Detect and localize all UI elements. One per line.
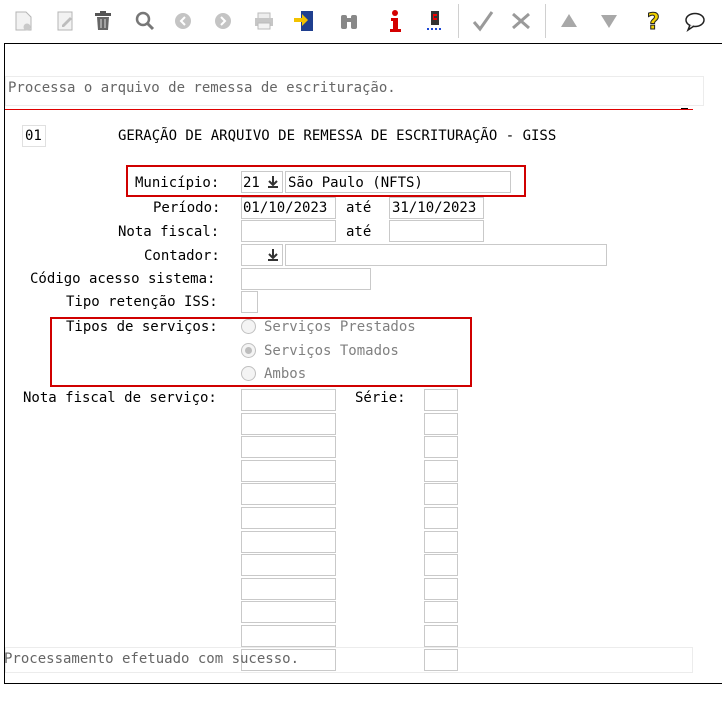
- nf-servico-label: Nota fiscal de serviço:: [23, 390, 217, 406]
- program-code: 01: [25, 128, 42, 144]
- report-icon[interactable]: [422, 8, 448, 34]
- municipio-code-value: 21: [243, 175, 260, 191]
- serie-field[interactable]: [424, 554, 458, 577]
- new-document-icon[interactable]: [10, 8, 36, 34]
- periodo-label: Período:: [153, 200, 221, 216]
- municipio-lookup-icon[interactable]: [267, 175, 279, 189]
- serie-field[interactable]: [424, 436, 458, 459]
- toolbar: ?: [0, 0, 722, 42]
- contador-lookup-icon[interactable]: [267, 248, 279, 262]
- radio-ambos-label: Ambos: [264, 366, 307, 382]
- toolbar-separator: [545, 4, 546, 38]
- cancel-icon[interactable]: [508, 8, 534, 34]
- nf-servico-field[interactable]: [241, 507, 336, 529]
- next-icon[interactable]: [210, 8, 236, 34]
- up-icon[interactable]: [556, 8, 582, 34]
- content-frame-top: [4, 43, 722, 44]
- tipos-servicos-label: Tipos de serviços:: [66, 319, 218, 335]
- trash-icon[interactable]: [90, 8, 116, 34]
- nf-servico-field[interactable]: [241, 436, 336, 459]
- contador-label: Contador:: [144, 248, 220, 264]
- tipo-retencao-field[interactable]: [241, 291, 258, 313]
- content-frame-bottom: [4, 683, 722, 684]
- edit-icon[interactable]: [52, 8, 78, 34]
- svg-text:?: ?: [647, 10, 660, 33]
- serie-field[interactable]: [424, 625, 458, 647]
- codigo-acesso-field[interactable]: [241, 268, 371, 290]
- cursor-mark: [681, 108, 688, 109]
- binoculars-icon[interactable]: [336, 8, 362, 34]
- periodo-ate-label: até: [346, 200, 372, 216]
- nota-fiscal-end-field[interactable]: [389, 220, 484, 242]
- info-icon[interactable]: [382, 8, 408, 34]
- nota-fiscal-ate-label: até: [346, 224, 372, 240]
- radio-servicos-prestados[interactable]: [241, 319, 256, 334]
- search-icon[interactable]: [132, 8, 158, 34]
- status-text: Processamento efetuado com sucesso.: [4, 651, 300, 667]
- serie-field[interactable]: [424, 601, 458, 624]
- municipio-label: Município:: [135, 175, 220, 191]
- export-icon[interactable]: [291, 8, 317, 34]
- nf-servico-field[interactable]: [241, 389, 336, 411]
- serie-field[interactable]: [424, 412, 458, 435]
- separator-line: [5, 109, 693, 110]
- nota-fiscal-label: Nota fiscal:: [118, 224, 220, 240]
- serie-field[interactable]: [424, 530, 458, 553]
- nf-servico-field[interactable]: [241, 483, 336, 506]
- nf-servico-field[interactable]: [241, 625, 336, 647]
- serie-field[interactable]: [424, 577, 458, 600]
- help-icon[interactable]: ?: [642, 8, 668, 34]
- nf-servico-field[interactable]: [241, 459, 336, 482]
- nf-servico-field[interactable]: [241, 554, 336, 577]
- content-frame-left: [4, 43, 5, 683]
- nf-servico-field[interactable]: [241, 577, 336, 600]
- periodo-end-value: 31/10/2023: [392, 200, 477, 216]
- municipio-name-value: São Paulo (NFTS): [288, 175, 423, 191]
- radio-ambos[interactable]: [241, 366, 256, 381]
- radio-servicos-prestados-label: Serviços Prestados: [264, 319, 416, 335]
- serie-field[interactable]: [424, 507, 458, 529]
- previous-icon[interactable]: [170, 8, 196, 34]
- toolbar-separator: [458, 4, 459, 38]
- serie-label: Série:: [355, 390, 406, 406]
- serie-field[interactable]: [424, 459, 458, 482]
- comment-icon[interactable]: [682, 8, 708, 34]
- confirm-icon[interactable]: [470, 8, 496, 34]
- codigo-acesso-label: Código acesso sistema:: [30, 271, 216, 287]
- nf-servico-field[interactable]: [241, 530, 336, 553]
- serie-field[interactable]: [424, 483, 458, 506]
- periodo-start-value: 01/10/2023: [243, 200, 328, 216]
- down-icon[interactable]: [596, 8, 622, 34]
- page-title: GERAÇÃO DE ARQUIVO DE REMESSA DE ESCRITU…: [118, 128, 557, 144]
- nota-fiscal-start-field[interactable]: [241, 220, 336, 242]
- contador-name-field: [285, 244, 607, 266]
- tipo-retencao-label: Tipo retenção ISS:: [66, 294, 218, 310]
- radio-servicos-tomados[interactable]: [241, 343, 256, 358]
- message-text: Processa o arquivo de remessa de escritu…: [8, 80, 396, 96]
- print-icon[interactable]: [251, 8, 277, 34]
- nf-servico-field[interactable]: [241, 601, 336, 624]
- serie-field[interactable]: [424, 389, 458, 411]
- radio-servicos-tomados-label: Serviços Tomados: [264, 343, 399, 359]
- nf-servico-field[interactable]: [241, 412, 336, 435]
